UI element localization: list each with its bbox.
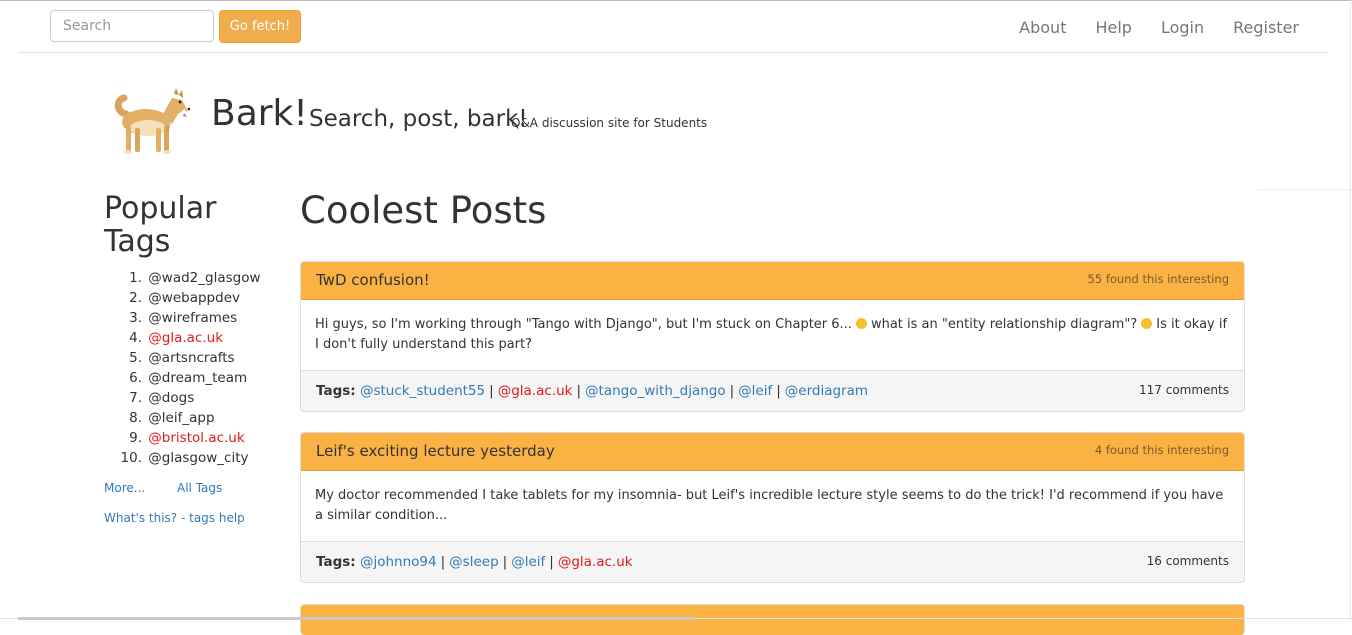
tags-label: Tags: [316,383,356,399]
comments-link[interactable]: 117 comments [1139,383,1229,397]
interest-count: 4 found this interesting [1094,443,1229,457]
interest-count: 55 found this interesting [1087,272,1229,286]
post-heading [301,605,1244,635]
separator: | [576,383,582,399]
list-item: 5. @artsncrafts [104,348,261,368]
all-tags-link[interactable]: All Tags [177,481,222,495]
nav-link-about[interactable]: About [1019,17,1066,39]
tag-link-university[interactable]: @gla.ac.uk [558,554,633,570]
tag-link[interactable]: @wad2_glasgow [148,270,260,286]
post-heading: TwD confusion! 55 found this interesting [301,262,1244,300]
tag-rank: 10. [120,450,142,466]
tag-rank: 7. [129,390,142,406]
tag-link[interactable]: @tango_with_django [585,383,726,399]
tag-link[interactable]: @webappdev [148,290,240,306]
post-heading: Leif's exciting lecture yesterday 4 foun… [301,433,1244,471]
tag-rank: 8. [129,410,142,426]
separator: | [549,554,554,570]
popular-tags-list: 1. @wad2_glasgow 2. @webappdev 3. @wiref… [104,268,261,468]
tag-link[interactable]: @leif_app [148,410,214,426]
dog-icon [114,88,190,154]
tag-link-university[interactable]: @bristol.ac.uk [148,430,244,446]
tag-link[interactable]: @artsncrafts [148,350,234,366]
separator: | [776,383,781,399]
popular-tags-heading: Popular Tags [104,191,217,259]
tag-link[interactable]: @sleep [449,554,498,570]
separator: | [440,554,446,570]
tag-link[interactable]: @dogs [148,390,194,406]
more-tags-link[interactable]: More... [104,481,145,495]
nav-link-register[interactable]: Register [1233,17,1299,39]
post-footer: Tags: @stuck_student55 | @gla.ac.uk | @tango… [301,370,1244,411]
tags-label: Tags: [316,554,356,570]
post-title-link[interactable]: Leif's exciting lecture yesterday [316,442,555,460]
site-title[interactable]: Bark! [211,92,308,136]
post-card: Leif's exciting lecture yesterday 4 foun… [300,432,1245,583]
separator: | [729,383,735,399]
post-tags: Tags: @johnno94 | @sleep | @leif | @gla.ac.uk [316,554,633,570]
list-item: 10. @glasgow_city [104,448,261,468]
list-item: 1. @wad2_glasgow [104,268,260,288]
tag-link[interactable]: @leif [511,554,545,570]
confused-emoji-icon [1141,318,1153,329]
tag-link[interactable]: @glasgow_city [148,450,248,466]
post-text: Hi guys, so I'm working through "Tango w… [315,317,852,332]
tag-link-university[interactable]: @gla.ac.uk [148,330,223,346]
tag-rank: 1. [129,270,142,286]
nav-link-help[interactable]: Help [1095,17,1131,39]
post-body: Hi guys, so I'm working through "Tango w… [301,300,1244,370]
tag-link[interactable]: @leif [738,383,772,399]
post-text: My doctor recommended I take tablets for… [315,488,1224,523]
tags-help-link[interactable]: What's this? - tags help [104,511,245,525]
tag-rank: 6. [129,370,142,386]
page-title: Coolest Posts [300,189,547,232]
list-item: 4. @gla.ac.uk [104,328,261,348]
tag-link[interactable]: @dream_team [148,370,247,386]
go-fetch-button[interactable]: Go fetch! [219,10,301,43]
post-title-link[interactable]: TwD confusion! [316,271,430,289]
list-item: 3. @wireframes [104,308,261,328]
list-item: 8. @leif_app [104,408,261,428]
scrollbar-track[interactable] [1350,0,1351,620]
list-item: 9. @bristol.ac.uk [104,428,261,448]
post-body: My doctor recommended I take tablets for… [301,471,1244,541]
tag-rank: 5. [129,350,142,366]
separator: | [489,383,494,399]
tag-link[interactable]: @johnno94 [360,554,437,570]
tag-rank: 9. [129,430,142,446]
window-top-border [0,0,1352,1]
list-item: 6. @dream_team [104,368,261,388]
search-input[interactable] [50,10,214,42]
tag-link-university[interactable]: @gla.ac.uk [498,383,573,399]
list-item: 2. @webappdev [104,288,261,308]
worried-emoji-icon [855,318,867,329]
post-footer: Tags: @johnno94 | @sleep | @leif | @gla.ac.uk … [301,541,1244,582]
comments-link[interactable]: 16 comments [1147,554,1229,568]
tag-rank: 2. [129,290,142,306]
tag-rank: 4. [129,330,142,346]
site-tagline: Q&A discussion site for Students [511,116,708,130]
navbar: Go fetch! About Help Login Register [18,2,1329,53]
list-item: 7. @dogs [104,388,261,408]
nav-link-login[interactable]: Login [1161,17,1204,39]
tag-rank: 3. [129,310,142,326]
divider [1258,189,1350,190]
post-card: TwD confusion! 55 found this interesting… [300,261,1245,412]
separator: | [502,554,508,570]
tag-link[interactable]: @wireframes [148,310,237,326]
tag-link[interactable]: @stuck_student55 [360,383,485,399]
post-text: what is an "entity relationship diagram"… [870,317,1138,332]
post-tags: Tags: @stuck_student55 | @gla.ac.uk | @tango… [316,383,868,399]
tag-link[interactable]: @erdiagram [785,383,868,399]
site-slogan: Search, post, bark! [309,106,528,132]
nav-links: About Help Login Register [990,17,1299,39]
